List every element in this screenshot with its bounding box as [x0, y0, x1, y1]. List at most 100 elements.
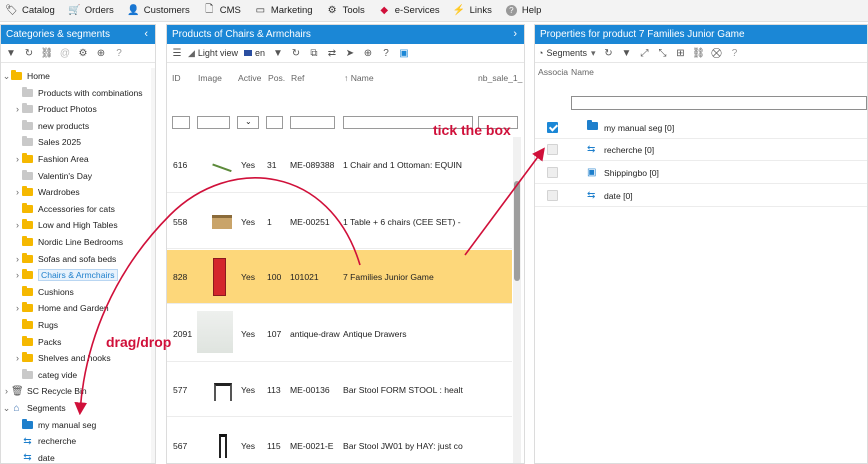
- tree-item[interactable]: Valentin's Day: [13, 168, 92, 184]
- product-row[interactable]: 2091 Yes 107 antique-draw Antique Drawers: [167, 305, 512, 362]
- menu-marketing[interactable]: ▭ Marketing: [255, 5, 313, 16]
- segments-selector[interactable]: ◔ Segments ▾: [538, 48, 596, 59]
- tree-item[interactable]: ⌄ ⌂ Segments: [2, 400, 66, 416]
- caret-down-icon[interactable]: ⌄: [2, 71, 11, 82]
- product-row[interactable]: 828 Yes 100 101021 7 Families Junior Game: [167, 250, 512, 304]
- menu-orders[interactable]: 🛒 Orders: [68, 5, 114, 16]
- product-row[interactable]: 616 Yes 31 ME-089388 1 Chair and 1 Ottoman: …: [167, 137, 512, 193]
- segment-row[interactable]: ⇆ recherche [0]: [535, 139, 867, 161]
- filter-ref-input[interactable]: [290, 116, 335, 129]
- tree-item[interactable]: Nordic Line Bedrooms: [13, 234, 123, 250]
- caret-right-icon[interactable]: ›: [13, 303, 22, 313]
- tree-item[interactable]: › Fashion Area: [13, 151, 89, 167]
- col-active[interactable]: Active: [238, 73, 261, 83]
- segment-row[interactable]: ⇆ date [0]: [535, 185, 867, 207]
- caret-right-icon[interactable]: ›: [13, 270, 22, 280]
- help-icon[interactable]: ?: [112, 46, 126, 60]
- association-checkbox[interactable]: [547, 167, 558, 178]
- link-icon[interactable]: ⛓: [40, 46, 54, 60]
- products-scrollbar-thumb[interactable]: [514, 181, 520, 281]
- tree-item[interactable]: › Shelves and hooks: [13, 350, 111, 366]
- col-ref[interactable]: Ref: [291, 73, 304, 83]
- menu-e-services[interactable]: ◆ e-Services: [379, 5, 439, 16]
- view-selector[interactable]: ◢ Light view: [188, 48, 238, 59]
- tree-item[interactable]: › Chairs & Armchairs: [13, 267, 118, 283]
- refresh-icon[interactable]: ↻: [289, 46, 303, 60]
- add-icon[interactable]: ⊕: [361, 46, 375, 60]
- product-row[interactable]: 558 Yes 1 ME-00251 1 Table + 6 chairs (CEE S…: [167, 195, 512, 249]
- association-checkbox[interactable]: [547, 190, 558, 201]
- unlink-icon[interactable]: ⛒: [710, 46, 724, 60]
- sync-icon[interactable]: ⇄: [325, 46, 339, 60]
- menu-customers[interactable]: 👤 Customers: [127, 5, 190, 16]
- copy-icon[interactable]: ⧉: [307, 46, 321, 60]
- col-image[interactable]: Image: [198, 73, 222, 83]
- association-checkbox[interactable]: [547, 144, 558, 155]
- language-selector[interactable]: en: [243, 48, 265, 58]
- tree-item[interactable]: Accessories for cats: [13, 201, 115, 217]
- products-scrollbar[interactable]: [513, 137, 521, 463]
- col-pos[interactable]: Pos.: [268, 73, 285, 83]
- filter-pos-input[interactable]: [266, 116, 283, 129]
- caret-right-icon[interactable]: ›: [13, 220, 22, 230]
- expand-right-arrow-icon[interactable]: ›: [513, 28, 517, 40]
- caret-right-icon[interactable]: ›: [13, 187, 22, 197]
- refresh-icon[interactable]: ↻: [602, 46, 616, 60]
- tree-item[interactable]: › Home and Garden: [13, 300, 109, 316]
- col-name[interactable]: ↑ Name: [344, 73, 374, 83]
- segment-row[interactable]: ▣ Shippingbo [0]: [535, 162, 867, 184]
- expand-icon[interactable]: ⤢: [638, 46, 652, 60]
- tree-item[interactable]: › Product Photos: [13, 101, 97, 117]
- collapse-left-arrow-icon[interactable]: ‹: [144, 28, 148, 40]
- at-icon[interactable]: @: [58, 46, 72, 60]
- caret-right-icon[interactable]: ›: [13, 254, 22, 264]
- help-icon[interactable]: ?: [379, 46, 393, 60]
- segment-row[interactable]: my manual seg [0]: [535, 117, 867, 139]
- tree-item[interactable]: Rugs: [13, 317, 58, 333]
- settings-icon[interactable]: ⚙: [76, 46, 90, 60]
- menu-catalog[interactable]: 🏷 Catalog: [5, 5, 55, 16]
- product-row[interactable]: 577 Yes 113 ME-00136 Bar Stool FORM STOOL : …: [167, 363, 512, 417]
- cursor-icon[interactable]: ➤: [343, 46, 357, 60]
- menu-help[interactable]: ? Help: [505, 5, 541, 16]
- tree-item[interactable]: ⌄ Home: [2, 68, 50, 84]
- tree-item[interactable]: Packs: [13, 334, 61, 350]
- filter-id-input[interactable]: [172, 116, 190, 129]
- caret-right-icon[interactable]: ›: [2, 386, 11, 396]
- product-row[interactable]: 567 Yes 115 ME-0021-E Bar Stool JW01 by HAY:…: [167, 418, 512, 463]
- add-icon[interactable]: ⊕: [94, 46, 108, 60]
- tree-item[interactable]: › Sofas and sofa beds: [13, 251, 116, 267]
- link-icon[interactable]: ⛓: [692, 46, 706, 60]
- tree-item[interactable]: new products: [13, 118, 89, 134]
- tree-item[interactable]: categ vide: [13, 367, 77, 383]
- tree-item[interactable]: › Low and High Tables: [13, 217, 118, 233]
- left-scrollbar[interactable]: [151, 68, 155, 463]
- tree-item[interactable]: › 🗑 SC Recycle Bin: [2, 383, 87, 399]
- segment-name-filter-input[interactable]: [571, 96, 867, 110]
- menu-tools[interactable]: ⚙ Tools: [327, 5, 365, 16]
- tree-item[interactable]: ⇆ recherche: [13, 433, 76, 449]
- association-checkbox[interactable]: [547, 122, 558, 133]
- help-icon[interactable]: ?: [728, 46, 742, 60]
- tree-item[interactable]: Products with combinations: [13, 85, 143, 101]
- refresh-icon[interactable]: ↻: [22, 46, 36, 60]
- filter-active-select[interactable]: ⌄: [237, 116, 259, 129]
- caret-down-icon[interactable]: ⌄: [2, 403, 11, 414]
- caret-right-icon[interactable]: ›: [13, 353, 22, 363]
- filter-image-input[interactable]: [197, 116, 230, 129]
- col-id[interactable]: ID: [172, 73, 181, 83]
- col-association[interactable]: Associa: [538, 67, 568, 77]
- hierarchy-icon[interactable]: ⊞: [674, 46, 688, 60]
- col-nb-sale[interactable]: nb_sale_1_: [478, 73, 522, 83]
- filter-icon[interactable]: ▼: [4, 46, 18, 60]
- tree-item[interactable]: Sales 2025: [13, 134, 81, 150]
- tree-item[interactable]: Cushions: [13, 284, 74, 300]
- filter-icon[interactable]: ▼: [271, 46, 285, 60]
- filter-icon[interactable]: ▼: [620, 46, 634, 60]
- collapse-icon[interactable]: ⤡: [656, 46, 670, 60]
- menu-icon[interactable]: ☰: [170, 46, 184, 60]
- col-segment-name[interactable]: Name: [571, 67, 594, 77]
- menu-cms[interactable]: 🗋 CMS: [204, 4, 241, 16]
- tree-item[interactable]: ⇆ date: [13, 450, 54, 463]
- caret-right-icon[interactable]: ›: [13, 154, 22, 164]
